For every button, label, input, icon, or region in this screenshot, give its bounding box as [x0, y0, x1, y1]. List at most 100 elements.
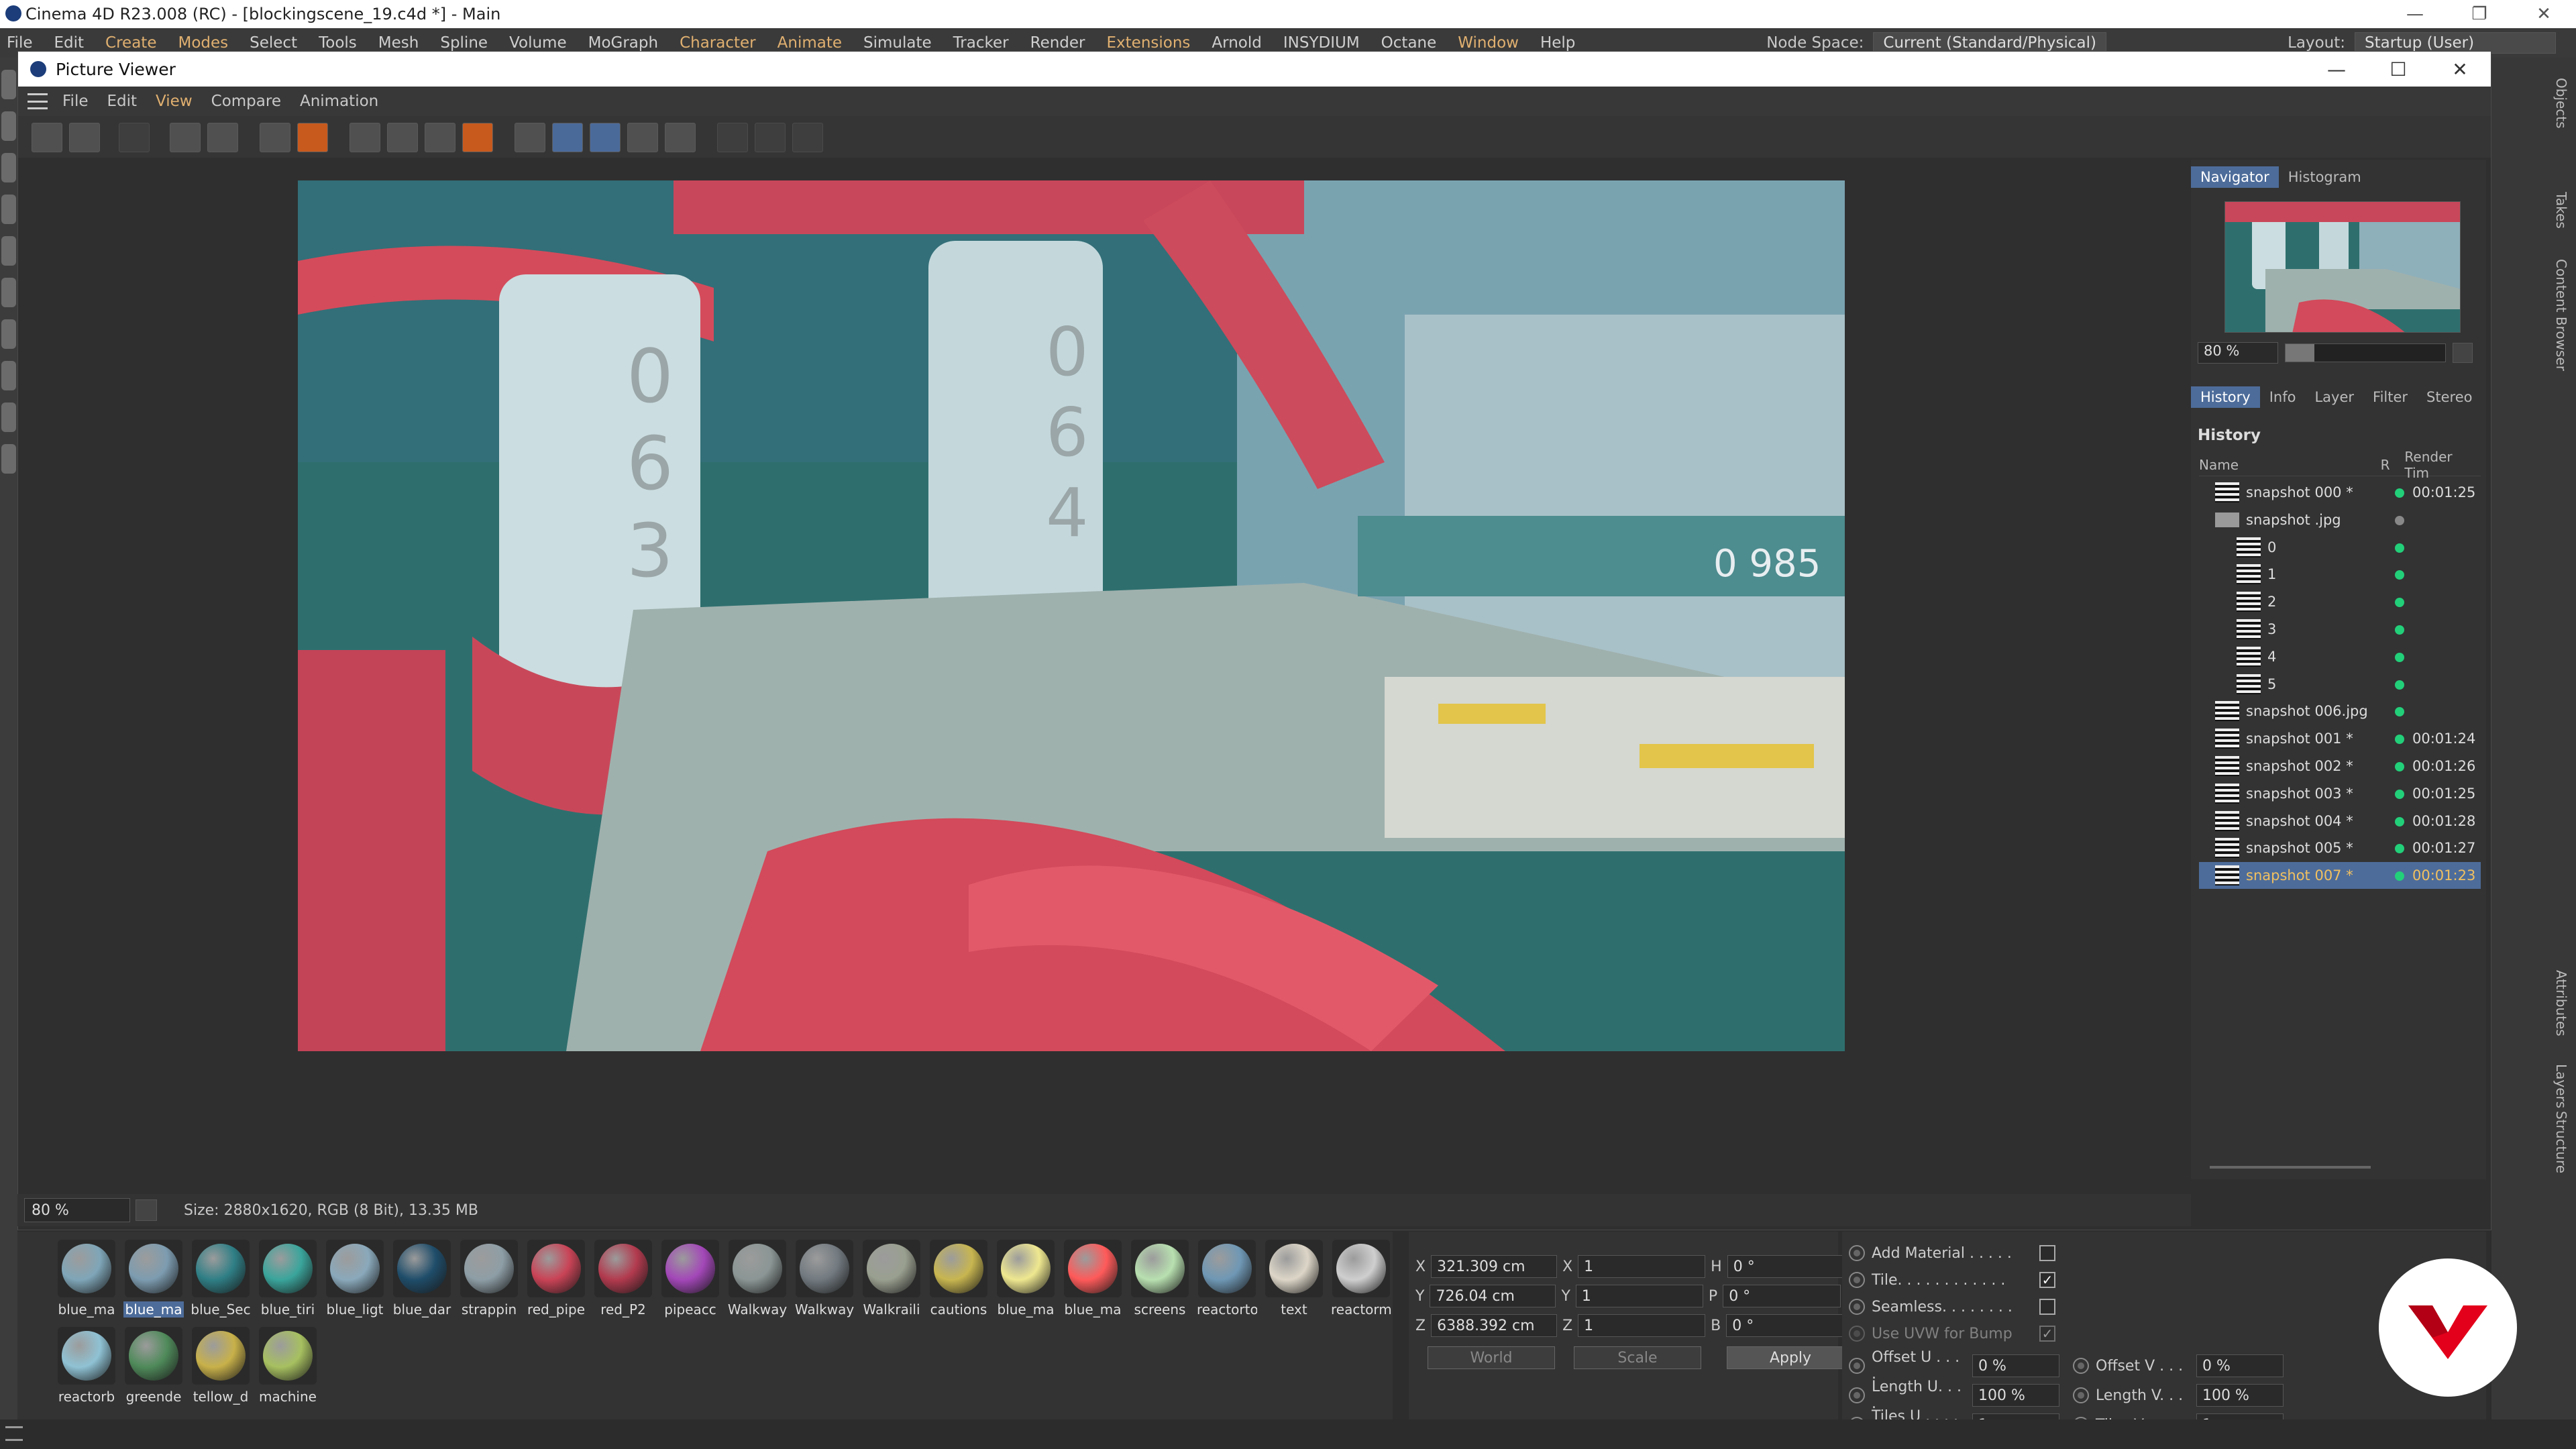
coordinate-mode-select[interactable]: Scale [1574, 1346, 1701, 1369]
chevron-down-icon[interactable] [2453, 343, 2473, 363]
material-swatch[interactable]: blue_ma [56, 1240, 117, 1318]
material-swatch[interactable]: cautions [928, 1240, 989, 1318]
material-swatch[interactable]: tellow_d [191, 1327, 251, 1405]
menu-insydium[interactable]: INSYDIUM [1283, 34, 1360, 52]
material-swatch[interactable]: red_P2 [593, 1240, 653, 1318]
keyframe-radio-icon[interactable] [1849, 1299, 1865, 1315]
maximize-icon[interactable]: ☐ [2367, 52, 2429, 87]
pv-menu-compare[interactable]: Compare [211, 93, 281, 110]
close-icon[interactable]: ✕ [2512, 0, 2576, 28]
history-row[interactable]: snapshot 004 * 00:01:28 [2199, 808, 2481, 835]
menu-modes[interactable]: Modes [178, 34, 228, 52]
navigator-zoom-field[interactable]: 80 % [2198, 342, 2278, 364]
tab-info[interactable]: Info [2260, 386, 2306, 408]
history-row[interactable]: snapshot 002 * 00:01:26 [2199, 753, 2481, 780]
attribute-field[interactable]: 100 % [2196, 1384, 2284, 1407]
menu-edit[interactable]: Edit [54, 34, 85, 52]
tab-layer[interactable]: Layer [2305, 386, 2363, 408]
snapshot-icon[interactable] [297, 123, 328, 152]
history-row[interactable]: 0 [2199, 534, 2481, 561]
attribute-field[interactable]: 0 % [2196, 1354, 2284, 1377]
tool-icon[interactable] [1, 236, 16, 266]
set-b-icon[interactable] [665, 123, 696, 152]
zoom-field[interactable]: 80 % [24, 1198, 130, 1222]
material-swatch[interactable]: blue_Sec [191, 1240, 251, 1318]
coordinate-space-select[interactable]: World [1428, 1346, 1555, 1369]
material-swatch[interactable]: Walkway [727, 1240, 788, 1318]
tool-icon[interactable] [1, 278, 16, 307]
save-icon[interactable] [69, 123, 100, 152]
history-row[interactable]: snapshot 006.jpg [2199, 698, 2481, 724]
tab-objects[interactable]: Objects [2553, 78, 2569, 129]
attribute-field[interactable]: 100 % [1972, 1384, 2059, 1407]
tool-icon[interactable] [1, 195, 16, 224]
material-swatch[interactable]: reactorb [56, 1327, 117, 1405]
history-row[interactable]: 2 [2199, 588, 2481, 615]
material-swatch[interactable]: blue_ma [1063, 1240, 1123, 1318]
pv-menu-view[interactable]: View [156, 93, 193, 110]
material-swatch[interactable]: screens [1130, 1240, 1190, 1318]
menu-file[interactable]: File [7, 34, 33, 52]
rotation-field[interactable]: 0 ° [1727, 1255, 1845, 1278]
material-swatch[interactable]: reactorm [1331, 1240, 1391, 1318]
menu-tracker[interactable]: Tracker [953, 34, 1009, 52]
checkbox[interactable]: ✓ [2039, 1326, 2055, 1342]
render-icon[interactable] [207, 123, 238, 152]
menu-extensions[interactable]: Extensions [1107, 34, 1191, 52]
split-icon[interactable] [590, 123, 621, 152]
history-row[interactable]: 1 [2199, 561, 2481, 588]
history-row[interactable]: 3 [2199, 616, 2481, 643]
region-icon[interactable] [170, 123, 201, 152]
menu-simulate[interactable]: Simulate [863, 34, 932, 52]
menu-select[interactable]: Select [250, 34, 297, 52]
material-swatch[interactable]: blue_ligt [325, 1240, 385, 1318]
pv-menu-animation[interactable]: Animation [300, 93, 378, 110]
navigator-thumbnail[interactable] [2224, 201, 2461, 333]
checkbox[interactable]: ✓ [2039, 1272, 2055, 1288]
tool-icon[interactable] [1, 402, 16, 432]
open-icon[interactable] [32, 123, 62, 152]
tab-navigator[interactable]: Navigator [2191, 166, 2279, 188]
tab-filter[interactable]: Filter [2363, 386, 2417, 408]
frame-icon[interactable] [792, 123, 823, 152]
history-row[interactable]: 5 [2199, 671, 2481, 698]
menu-volume[interactable]: Volume [509, 34, 567, 52]
material-swatch[interactable]: strappin [459, 1240, 519, 1318]
tool-icon[interactable] [1, 444, 16, 474]
tool-icon[interactable] [1, 70, 16, 99]
apply-button[interactable]: Apply [1727, 1346, 1854, 1369]
history-row[interactable]: snapshot 000 * 00:01:25 [2199, 479, 2481, 506]
rotation-field[interactable]: 0 ° [1726, 1314, 1845, 1337]
tool-icon[interactable] [1, 111, 16, 141]
tool-icon[interactable] [1, 153, 16, 182]
display-lut-icon[interactable] [462, 123, 493, 152]
pv-menu-file[interactable]: File [62, 93, 89, 110]
material-swatch[interactable]: pipeacc [660, 1240, 720, 1318]
tool-icon[interactable] [1, 319, 16, 349]
material-swatch[interactable]: text [1264, 1240, 1324, 1318]
tab-structure[interactable]: Structure [2553, 1111, 2569, 1173]
material-swatch[interactable]: greende [123, 1327, 184, 1405]
frame-icon[interactable] [717, 123, 748, 152]
keyframe-radio-icon[interactable] [2073, 1358, 2089, 1374]
keyframe-radio-icon[interactable] [1849, 1387, 1865, 1403]
material-swatch[interactable]: blue_tiri [258, 1240, 318, 1318]
rotation-field[interactable]: 0 ° [1723, 1285, 1841, 1307]
zoom-dropdown-icon[interactable] [136, 1199, 157, 1221]
split-icon[interactable] [552, 123, 583, 152]
history-row[interactable]: snapshot 005 * 00:01:27 [2199, 835, 2481, 861]
material-swatch[interactable]: machine [258, 1327, 318, 1405]
menu-mograph[interactable]: MoGraph [588, 34, 658, 52]
channel-icon[interactable] [350, 123, 380, 152]
stop-render-icon[interactable] [119, 123, 150, 152]
keyframe-radio-icon[interactable] [1849, 1272, 1865, 1288]
keyframe-radio-icon[interactable] [1849, 1358, 1865, 1374]
history-row[interactable]: snapshot 003 * 00:01:25 [2199, 780, 2481, 807]
pv-menu-edit[interactable]: Edit [107, 93, 138, 110]
scale-field[interactable]: 1 [1578, 1255, 1706, 1278]
navigator-zoom-slider[interactable] [2285, 343, 2446, 362]
position-field[interactable]: 321.309 cm [1431, 1255, 1558, 1278]
tab-layers[interactable]: Layers [2553, 1064, 2569, 1108]
history-row[interactable]: 4 [2199, 643, 2481, 670]
material-swatch[interactable]: blue_ma [996, 1240, 1056, 1318]
